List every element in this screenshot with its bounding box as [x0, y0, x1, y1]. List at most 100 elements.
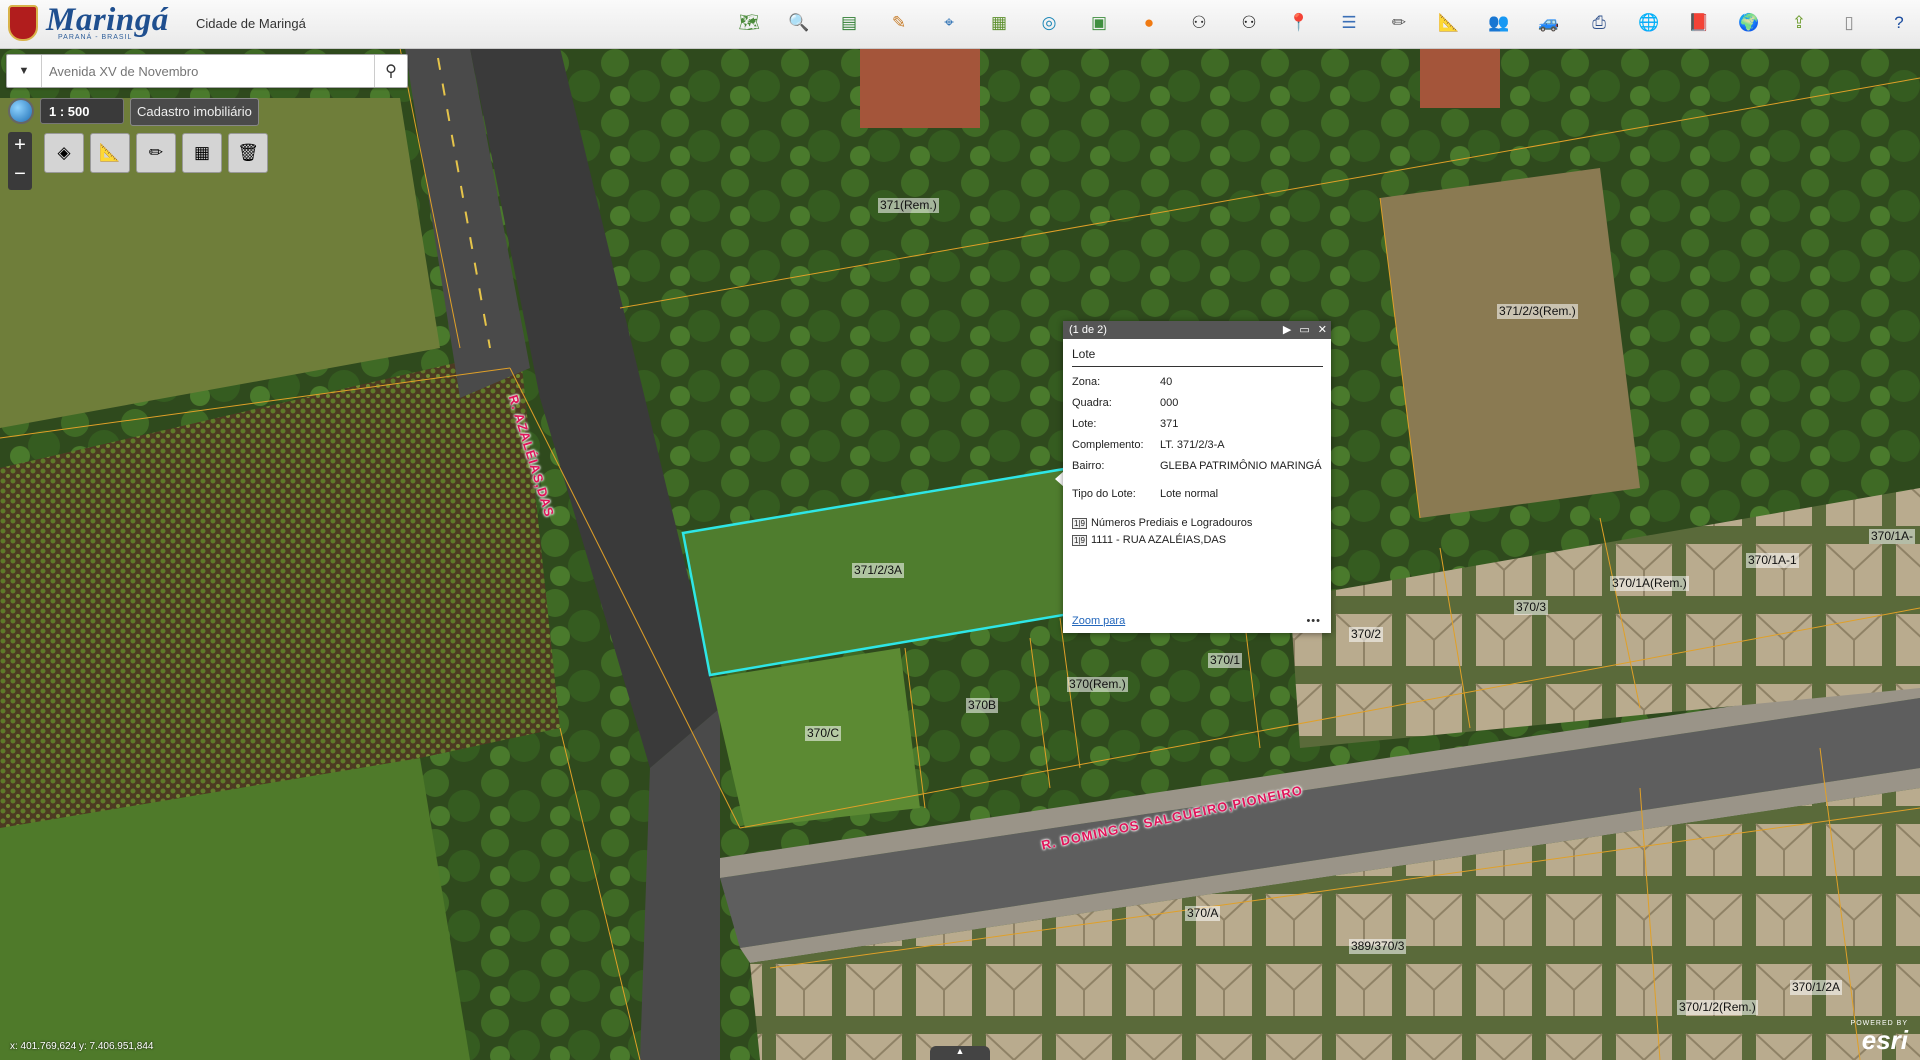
binoculars-dark-icon[interactable]: ⚇ [1234, 8, 1264, 38]
zoom-control: + − [8, 132, 32, 190]
edit-doc-icon[interactable]: ✎ [884, 8, 914, 38]
main-toolbar: 🗺 🔍 ▤ ✎ ⌖ ▦ ◎ ▣ ● ⚇ ⚇ 📍 ☰ ✏ 📐 👥 🚙 ⎙ 🌐 📕 🌍 ⇪ ▯? [734, 8, 1914, 38]
list-icon[interactable]: ☰ [1334, 8, 1364, 38]
app-header: Maringá PARANÁ - BRASIL Cidade de Maring… [0, 0, 1920, 49]
city-crest-logo [8, 5, 38, 41]
popup-counter: (1 de 2) [1069, 324, 1107, 336]
close-icon[interactable]: ✕ [1318, 321, 1327, 339]
lot-label: 389/370/3 [1349, 939, 1407, 954]
attribute-value: Lote normal [1160, 488, 1219, 500]
locate-icon[interactable]: ◎ [1034, 8, 1064, 38]
lot-label: 371(Rem.) [878, 198, 939, 213]
binoculars-icon[interactable]: ⚇ [1184, 8, 1214, 38]
attribute-key: Bairro: [1072, 460, 1105, 472]
related-record-icon: 1|9 [1072, 535, 1087, 546]
zoom-to-link[interactable]: Zoom para [1072, 615, 1125, 627]
zoom-out-button[interactable]: − [8, 161, 32, 190]
lot-label: 370/1A(Rem.) [1610, 576, 1689, 591]
lot-label: 370/1A- [1869, 529, 1916, 544]
attribute-key: Tipo do Lote: [1072, 488, 1136, 500]
lot-label: 370/3 [1514, 600, 1549, 615]
attribute-row: Tipo do Lote: Lote normal [1072, 488, 1322, 509]
search-icon: ⚲ [385, 63, 397, 80]
draw-icon[interactable]: ✏ [136, 133, 176, 173]
attribute-value: 000 [1160, 397, 1179, 409]
clear-graphics-icon[interactable]: 🗑 [228, 133, 268, 173]
search-button[interactable]: ⚲ [374, 55, 407, 87]
layers-icon[interactable]: ◈ [44, 133, 84, 173]
measure-icon[interactable]: 📐 [90, 133, 130, 173]
lot-label: 371/2/3(Rem.) [1497, 304, 1578, 319]
related-item-label: 1111 - RUA AZALÉIAS,DAS [1090, 534, 1227, 546]
book-icon[interactable]: 📕 [1684, 8, 1714, 38]
help-icon[interactable]: ? [1884, 8, 1914, 38]
next-feature-icon[interactable]: ▶ [1283, 321, 1291, 339]
attribute-row: Lote: 371 [1072, 418, 1322, 439]
lot-label: 370/A [1185, 906, 1221, 921]
coordinates-icon[interactable]: ⌖ [934, 8, 964, 38]
popup-heading: Lote [1072, 347, 1323, 367]
search-source-dropdown[interactable]: ▼ [7, 55, 42, 87]
world-search-icon[interactable]: 🌍 [1734, 8, 1764, 38]
search-bar: ▼ ⚲ [6, 54, 408, 88]
pin-icon[interactable]: 📍 [1284, 8, 1314, 38]
popup-titlebar: (1 de 2) ▶ ▭ ✕ [1063, 321, 1331, 339]
attribute-key: Zona: [1072, 376, 1101, 388]
lot-label: 370/2 [1349, 627, 1384, 642]
coordinate-readout: x: 401.769,624 y: 7.406.951,844 [10, 1041, 154, 1052]
aerial-imagery [0, 48, 1920, 1060]
lot-label: 370/1 [1208, 653, 1243, 668]
attribute-table: Zona: 40 Quadra: 000 Lote: 371 Complemento: LT.… [1072, 376, 1322, 509]
attribute-row: Zona: 40 [1072, 376, 1322, 397]
maximize-icon[interactable]: ▭ [1299, 321, 1309, 339]
bottom-panel-handle[interactable]: ▲ [930, 1046, 990, 1060]
export-icon[interactable]: ⇪ [1784, 8, 1814, 38]
globe-icon[interactable]: 🌐 [1634, 8, 1664, 38]
car-icon[interactable]: 🚙 [1534, 8, 1564, 38]
active-layer-label[interactable]: Cadastro imobiliário [130, 98, 259, 126]
esri-attribution: POWERED BY esri [1851, 1020, 1908, 1053]
document-icon[interactable]: ▯ [1834, 8, 1864, 38]
lot-label: 370/1A-1 [1746, 553, 1799, 568]
zoom-in-button[interactable]: + [8, 132, 32, 161]
related-item[interactable]: 1|9 1111 - RUA AZALÉIAS,DAS [1072, 534, 1331, 546]
lot-label: 370/C [805, 726, 842, 741]
attribute-value: 371 [1160, 418, 1179, 430]
map-view[interactable]: 371(Rem.) 371/2/3(Rem.) 371/2/3A 370/1A(Rem… [0, 48, 1920, 1060]
attribute-value: GLEBA PATRIMÔNIO MARINGÁ [1160, 460, 1322, 472]
basemap-grid-icon[interactable]: ▦ [182, 133, 222, 173]
layers-stack-icon[interactable]: ▤ [834, 8, 864, 38]
map-icon[interactable]: 🗺 [734, 8, 764, 38]
ruler-icon[interactable]: 📐 [1434, 8, 1464, 38]
orange-circle-icon[interactable]: ● [1134, 8, 1164, 38]
pencil-icon[interactable]: ✏ [1384, 8, 1414, 38]
more-actions-icon[interactable]: ••• [1306, 615, 1321, 627]
search-input[interactable] [47, 55, 371, 87]
attribute-key: Lote: [1072, 418, 1097, 430]
search-doc-icon[interactable]: 🔍 [784, 8, 814, 38]
lot-label: 370B [966, 698, 999, 713]
attribute-value: 40 [1160, 376, 1173, 388]
scale-display[interactable]: 1 : 500 [40, 98, 124, 124]
attribute-row: Complemento: LT. 371/2/3-A [1072, 439, 1322, 460]
parcel-icon[interactable]: ▣ [1084, 8, 1114, 38]
related-table-icon: 1|9 [1072, 518, 1087, 529]
related-title: Números Prediais e Logradouros [1090, 517, 1253, 529]
report-icon[interactable]: ▦ [984, 8, 1014, 38]
logo-subtitle: PARANÁ - BRASIL [58, 34, 133, 41]
app-title: Cidade de Maringá [196, 16, 306, 31]
lot-label: 371/2/3A [852, 563, 905, 578]
caret-down-icon: ▼ [18, 65, 30, 77]
home-globe-icon[interactable] [8, 98, 34, 124]
feature-popup: (1 de 2) ▶ ▭ ✕ Lote Zona: 40 Quadra: 000 Lot… [1063, 321, 1331, 633]
lot-label: 370/1/2(Rem.) [1677, 1000, 1758, 1015]
related-records: 1|9 Números Prediais e Logradouros 1|9 111… [1072, 517, 1331, 546]
attribute-row: Bairro: GLEBA PATRIMÔNIO MARINGÁ [1072, 460, 1322, 488]
users-icon[interactable]: 👥 [1484, 8, 1514, 38]
map-tools: ◈ 📐 ✏ ▦ 🗑 [44, 133, 268, 173]
lot-label: 370/1/2A [1790, 980, 1843, 995]
attribute-value: LT. 371/2/3-A [1160, 439, 1225, 451]
lot-label: 370(Rem.) [1067, 677, 1128, 692]
printer-icon[interactable]: ⎙ [1584, 8, 1614, 38]
attribute-key: Quadra: [1072, 397, 1112, 409]
